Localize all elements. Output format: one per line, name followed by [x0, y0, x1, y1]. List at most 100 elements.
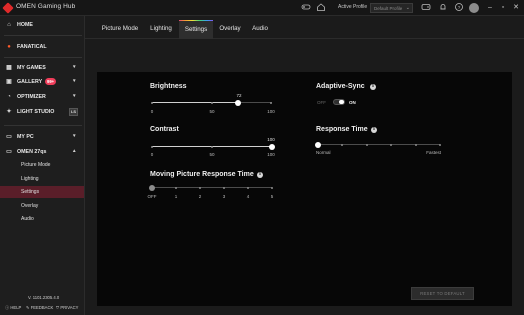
sidebar-item-gallery[interactable]: ▣ GALLERY 99+ ▾ — [0, 76, 84, 88]
chevron-down-icon: ▾ — [73, 64, 76, 70]
gamepad-icon[interactable] — [300, 2, 312, 14]
sidebar-subitem-label: Picture Mode — [21, 162, 51, 168]
help-link[interactable]: ⓘ HELP — [5, 305, 21, 311]
sidebar-item-label: MY PC — [17, 134, 34, 140]
chevron-down-icon: ▾ — [73, 78, 76, 84]
profile-select-value: Default Profile — [374, 5, 403, 11]
feedback-label: FEEDBACK — [30, 305, 54, 310]
tab-overlay[interactable]: Overlay — [215, 20, 245, 39]
reset-to-default-button[interactable]: RESET TO DEFAULT — [411, 287, 474, 300]
mprt-step-label: 3 — [222, 194, 226, 199]
sidebar-subitem-lighting[interactable]: Lighting — [0, 173, 84, 185]
tab-lighting[interactable]: Lighting — [145, 20, 177, 39]
sidebar-item-label: OPTIMIZER — [17, 94, 46, 100]
settings-panel — [97, 72, 512, 306]
sidebar-item-label: LIGHT STUDIO — [17, 109, 55, 115]
user-avatar[interactable] — [469, 3, 479, 13]
sidebar-item-device[interactable]: ▭ OMEN 27qs ▴ — [0, 146, 84, 158]
home-icon: ⌂ — [7, 22, 11, 28]
sidebar-subitem-audio[interactable]: Audio — [0, 213, 84, 225]
sidebar-subitem-overlay[interactable]: Overlay — [0, 200, 84, 212]
brightness-value: 72 — [236, 93, 242, 98]
slider-tick — [151, 145, 153, 148]
brightness-slider-thumb[interactable] — [235, 99, 242, 106]
mprt-step-label: 5 — [270, 194, 274, 199]
contrast-min-label: 0 — [150, 152, 154, 157]
contrast-title: Contrast — [150, 126, 179, 133]
slider-tick — [151, 101, 153, 104]
slider-tick — [211, 101, 213, 104]
sidebar-subitem-picture-mode[interactable]: Picture Mode — [0, 159, 84, 171]
info-icon[interactable]: i — [371, 127, 377, 133]
contrast-slider-thumb[interactable] — [269, 143, 275, 150]
divider — [4, 57, 82, 58]
sidebar-item-home[interactable]: ⌂ HOME — [0, 19, 84, 31]
mprt-title: Moving Picture Response Time — [150, 171, 254, 178]
help-icon[interactable]: ? — [453, 2, 465, 14]
response-time-max-label: Fastest — [426, 150, 441, 155]
profile-select[interactable]: Default Profile ⌄ — [370, 3, 413, 13]
tab-settings[interactable]: Settings — [179, 20, 213, 39]
info-icon[interactable]: i — [370, 84, 376, 90]
mprt-slider-thumb[interactable] — [149, 184, 155, 191]
close-icon[interactable]: ✕ — [510, 2, 522, 14]
sidebar-item-my-games[interactable]: ▦ MY GAMES ▾ — [0, 62, 84, 74]
adaptive-sync-title: Adaptive-Sync — [316, 83, 365, 90]
tab-picture-mode[interactable]: Picture Mode — [97, 20, 143, 39]
sidebar-item-fanatical[interactable]: ● FANATICAL — [0, 41, 84, 53]
help-icon: ⓘ — [5, 305, 10, 310]
mprt-step-label: 4 — [246, 194, 250, 199]
controller-icon[interactable] — [420, 2, 432, 14]
sidebar-item-label: FANATICAL — [17, 44, 47, 50]
response-time-title: Response Time — [316, 126, 368, 133]
divider — [4, 125, 82, 126]
chevron-down-icon: ▾ — [73, 93, 76, 99]
response-time-min-label: Normal — [316, 150, 331, 155]
slider-tick — [414, 143, 417, 146]
feedback-icon: ✎ — [26, 305, 30, 310]
brightness-max-label: 100 — [267, 109, 275, 114]
adaptive-sync-on-label: ON — [349, 100, 356, 105]
info-icon[interactable]: i — [257, 172, 263, 178]
divider — [4, 35, 82, 36]
slider-tick — [247, 186, 249, 189]
slider-tick — [365, 143, 368, 146]
sidebar-subitem-settings[interactable]: Settings — [0, 186, 84, 198]
response-time-slider-thumb[interactable] — [315, 141, 321, 148]
games-grid-icon: ▦ — [6, 65, 12, 71]
tab-audio[interactable]: Audio — [247, 20, 273, 39]
contrast-value: 100 — [267, 137, 275, 142]
speedometer-icon: ◔ — [7, 94, 11, 100]
slider-tick — [439, 143, 441, 146]
sidebar-subitem-label: Audio — [21, 216, 34, 222]
sidebar-item-light-studio[interactable]: ✦ LIGHT STUDIO LS — [0, 106, 84, 118]
chevron-down-icon: ▾ — [73, 133, 76, 139]
mprt-slider[interactable] — [152, 187, 272, 188]
fanatical-logo-icon: ● — [7, 44, 11, 50]
response-time-slider[interactable] — [318, 144, 440, 145]
image-icon: ▣ — [6, 79, 12, 85]
privacy-link[interactable]: ⛉ PRIVACY — [56, 305, 78, 310]
maximize-icon[interactable]: ▫ — [497, 2, 509, 14]
svg-text:?: ? — [458, 5, 461, 10]
chevron-down-icon: ⌄ — [405, 5, 410, 11]
mprt-step-label: OFF — [147, 194, 157, 199]
adaptive-sync-toggle[interactable] — [333, 99, 345, 105]
shield-icon: ⛉ — [56, 305, 60, 310]
contrast-max-label: 100 — [267, 152, 275, 157]
sidebar-item-my-pc[interactable]: ▭ MY PC ▾ — [0, 131, 84, 143]
slider-tick — [175, 186, 177, 189]
version-label: V. 1101.2305.4.0 — [28, 295, 60, 300]
help-label: HELP — [10, 305, 22, 310]
mprt-step-label: 2 — [198, 194, 202, 199]
slider-tick — [271, 186, 273, 189]
bell-icon[interactable] — [437, 2, 449, 14]
feedback-link[interactable]: ✎ FEEDBACK — [26, 305, 53, 310]
sidebar-item-label: MY GAMES — [17, 65, 46, 71]
home-icon[interactable] — [315, 2, 327, 14]
slider-tick — [199, 186, 201, 189]
sidebar: ⌂ HOME ● FANATICAL ▦ MY GAMES ▾ ▣ GALLER… — [0, 16, 85, 315]
minimize-icon[interactable]: – — [484, 2, 496, 14]
sidebar-item-optimizer[interactable]: ◔ OPTIMIZER ▾ — [0, 91, 84, 103]
sidebar-item-label: OMEN 27qs — [17, 149, 47, 155]
